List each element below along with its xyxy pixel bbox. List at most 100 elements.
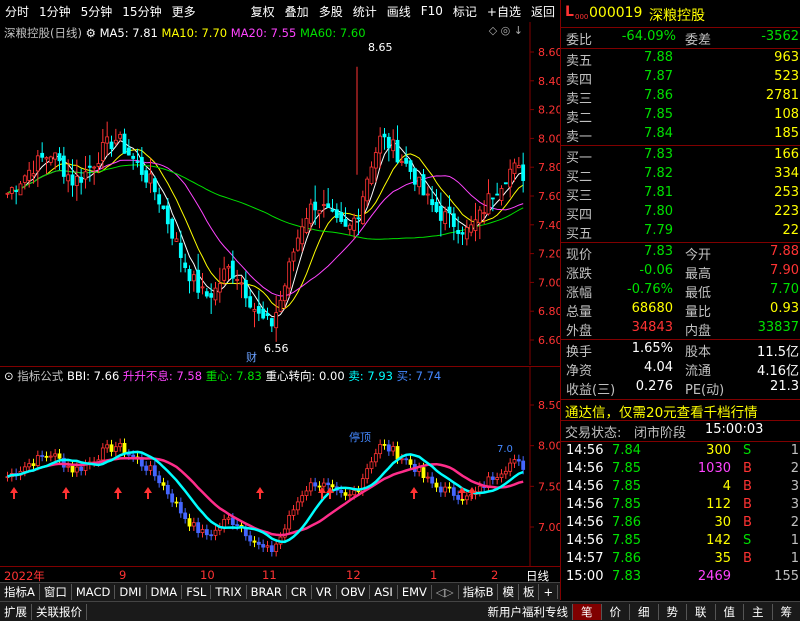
tab-zhi[interactable]: 值 xyxy=(716,604,745,620)
indicator-chart[interactable]: 8.508.007.507.00 ⊙ 指标公式 BBI: 7.66 升升不息: … xyxy=(0,366,560,568)
tb-biaoji[interactable]: 标记 xyxy=(448,3,482,20)
tb-tongji[interactable]: 统计 xyxy=(348,3,382,20)
candle-body xyxy=(461,233,464,235)
tick-row: 14:567.8630B2 xyxy=(561,515,800,534)
tab-obv[interactable]: OBV xyxy=(337,585,370,599)
tb-15min[interactable]: 15分钟 xyxy=(117,3,166,20)
tb-fenshi[interactable]: 分时 xyxy=(0,3,34,20)
collapse-icon[interactable]: ⊙ xyxy=(4,369,14,383)
candle-body xyxy=(426,194,429,195)
tick-volume: 30 xyxy=(714,515,731,530)
candle-body xyxy=(171,219,174,238)
candle-body xyxy=(279,300,282,311)
tab-mo[interactable]: 模 xyxy=(498,584,519,600)
tab-macd[interactable]: MACD xyxy=(72,585,115,599)
ad-text[interactable]: 通达信，仅需20元查看千档行情 xyxy=(565,401,758,421)
tab-zhibiaoA[interactable]: 指标A xyxy=(0,584,40,600)
candle-body xyxy=(184,263,187,268)
main-axis-label: 8.60 xyxy=(538,46,560,59)
tb-5min[interactable]: 5分钟 xyxy=(76,3,118,20)
weibi-label: 委比 xyxy=(566,29,592,48)
tb-huaxian[interactable]: 画线 xyxy=(382,3,416,20)
tab-newuser[interactable]: 新用户福利专线 xyxy=(484,604,574,620)
candle-body xyxy=(54,153,57,159)
tab-bi[interactable]: 笔 xyxy=(573,604,602,620)
tab-ban[interactable]: 板 xyxy=(519,584,540,600)
tb-diejia[interactable]: 叠加 xyxy=(280,3,314,20)
tick-price: 7.86 xyxy=(612,515,641,530)
tab-brar[interactable]: BRAR xyxy=(247,585,287,599)
main-axis-label: 8.20 xyxy=(538,104,560,117)
tick-row: 14:567.85142S1 xyxy=(561,533,800,552)
candle-body xyxy=(119,134,122,138)
candle-body xyxy=(71,175,74,185)
tab-vr[interactable]: VR xyxy=(312,585,337,599)
tick-count: 3 xyxy=(791,497,799,512)
sub-candle-body xyxy=(158,476,161,483)
sub-candle-body xyxy=(387,445,390,451)
window-controls[interactable]: ◇ ◎ ↓ xyxy=(489,24,523,37)
candle-body xyxy=(192,275,195,281)
settings-icon[interactable]: ⚙ xyxy=(86,26,96,40)
candle-body xyxy=(114,140,117,143)
sub-candle-body xyxy=(448,487,451,488)
quote-value-2: 7.70 xyxy=(770,282,799,297)
candle-body xyxy=(145,171,148,182)
buy-label: 买: 7.74 xyxy=(397,369,442,383)
tab-emv[interactable]: EMV xyxy=(398,585,432,599)
tick-side: S xyxy=(743,443,751,458)
tab-fsl[interactable]: FSL xyxy=(182,585,211,599)
tab-dmi[interactable]: DMI xyxy=(115,585,146,599)
sub-candle-body xyxy=(197,523,200,533)
tab-chou[interactable]: 筹 xyxy=(773,604,800,620)
tab-shi[interactable]: 势 xyxy=(659,604,688,620)
tab-xi[interactable]: 细 xyxy=(630,604,659,620)
sub-candle-body xyxy=(288,515,291,529)
quote2-value: 0.276 xyxy=(636,379,673,394)
tab-related[interactable]: 关联报价 xyxy=(32,604,87,620)
tab-zhu[interactable]: 主 xyxy=(744,604,773,620)
quote-row: 外盘34843内盘33837 xyxy=(561,320,800,339)
stock-sup: 000 xyxy=(575,13,588,21)
tick-volume: 4 xyxy=(723,479,731,494)
main-kline-chart[interactable]: 8.608.408.208.007.807.607.407.207.006.80… xyxy=(0,22,560,365)
sub-candle-body xyxy=(210,535,213,536)
tb-zixuan[interactable]: +自选 xyxy=(482,3,526,20)
finance-marker[interactable]: 财 xyxy=(246,349,257,365)
tick-row: 14:567.85112B3 xyxy=(561,497,800,516)
candle-body xyxy=(439,206,442,220)
candle-body xyxy=(452,214,455,227)
tab-lian[interactable]: 联 xyxy=(687,604,716,620)
tab-cr[interactable]: CR xyxy=(287,585,312,599)
tick-count: 1 xyxy=(791,533,799,548)
candle-body xyxy=(418,177,421,187)
tick-side: B xyxy=(743,497,752,512)
tb-duogu[interactable]: 多股 xyxy=(314,3,348,20)
tab-zhibiaoB[interactable]: 指标B xyxy=(459,584,499,600)
buy-level: 买一 xyxy=(566,147,592,166)
tab-window[interactable]: 窗口 xyxy=(40,584,72,600)
tb-back[interactable]: 返回 xyxy=(526,3,560,20)
sell-level: 卖二 xyxy=(566,107,592,126)
tab-trix[interactable]: TRIX xyxy=(211,585,246,599)
main-axis-label: 7.00 xyxy=(538,276,560,289)
tb-more[interactable]: 更多 xyxy=(167,3,201,20)
ad-banner[interactable]: 通达信，仅需20元查看千档行情 xyxy=(561,401,800,420)
tab-dma[interactable]: DMA xyxy=(147,585,183,599)
tb-1min[interactable]: 1分钟 xyxy=(34,3,76,20)
tab-plus[interactable]: + xyxy=(539,585,558,599)
candle-body xyxy=(444,212,447,224)
sub-candle-body xyxy=(110,445,113,452)
tb-fuquan[interactable]: 复权 xyxy=(246,3,280,20)
tb-f10[interactable]: F10 xyxy=(416,4,448,18)
tab-jia[interactable]: 价 xyxy=(602,604,631,620)
tick-count: 1 xyxy=(791,551,799,566)
sub-legend: ⊙ 指标公式 BBI: 7.66 升升不息: 7.58 重心: 7.83 重心转… xyxy=(4,368,441,384)
tab-expand[interactable]: 扩展 xyxy=(0,604,32,620)
sub-candle-body xyxy=(231,518,234,525)
candle-body xyxy=(366,179,369,201)
tab-asi[interactable]: ASI xyxy=(370,585,398,599)
tab-arrow[interactable]: ◁▷ xyxy=(432,585,459,599)
sub-candle-body xyxy=(439,487,442,492)
tick-volume: 2469 xyxy=(698,569,731,584)
